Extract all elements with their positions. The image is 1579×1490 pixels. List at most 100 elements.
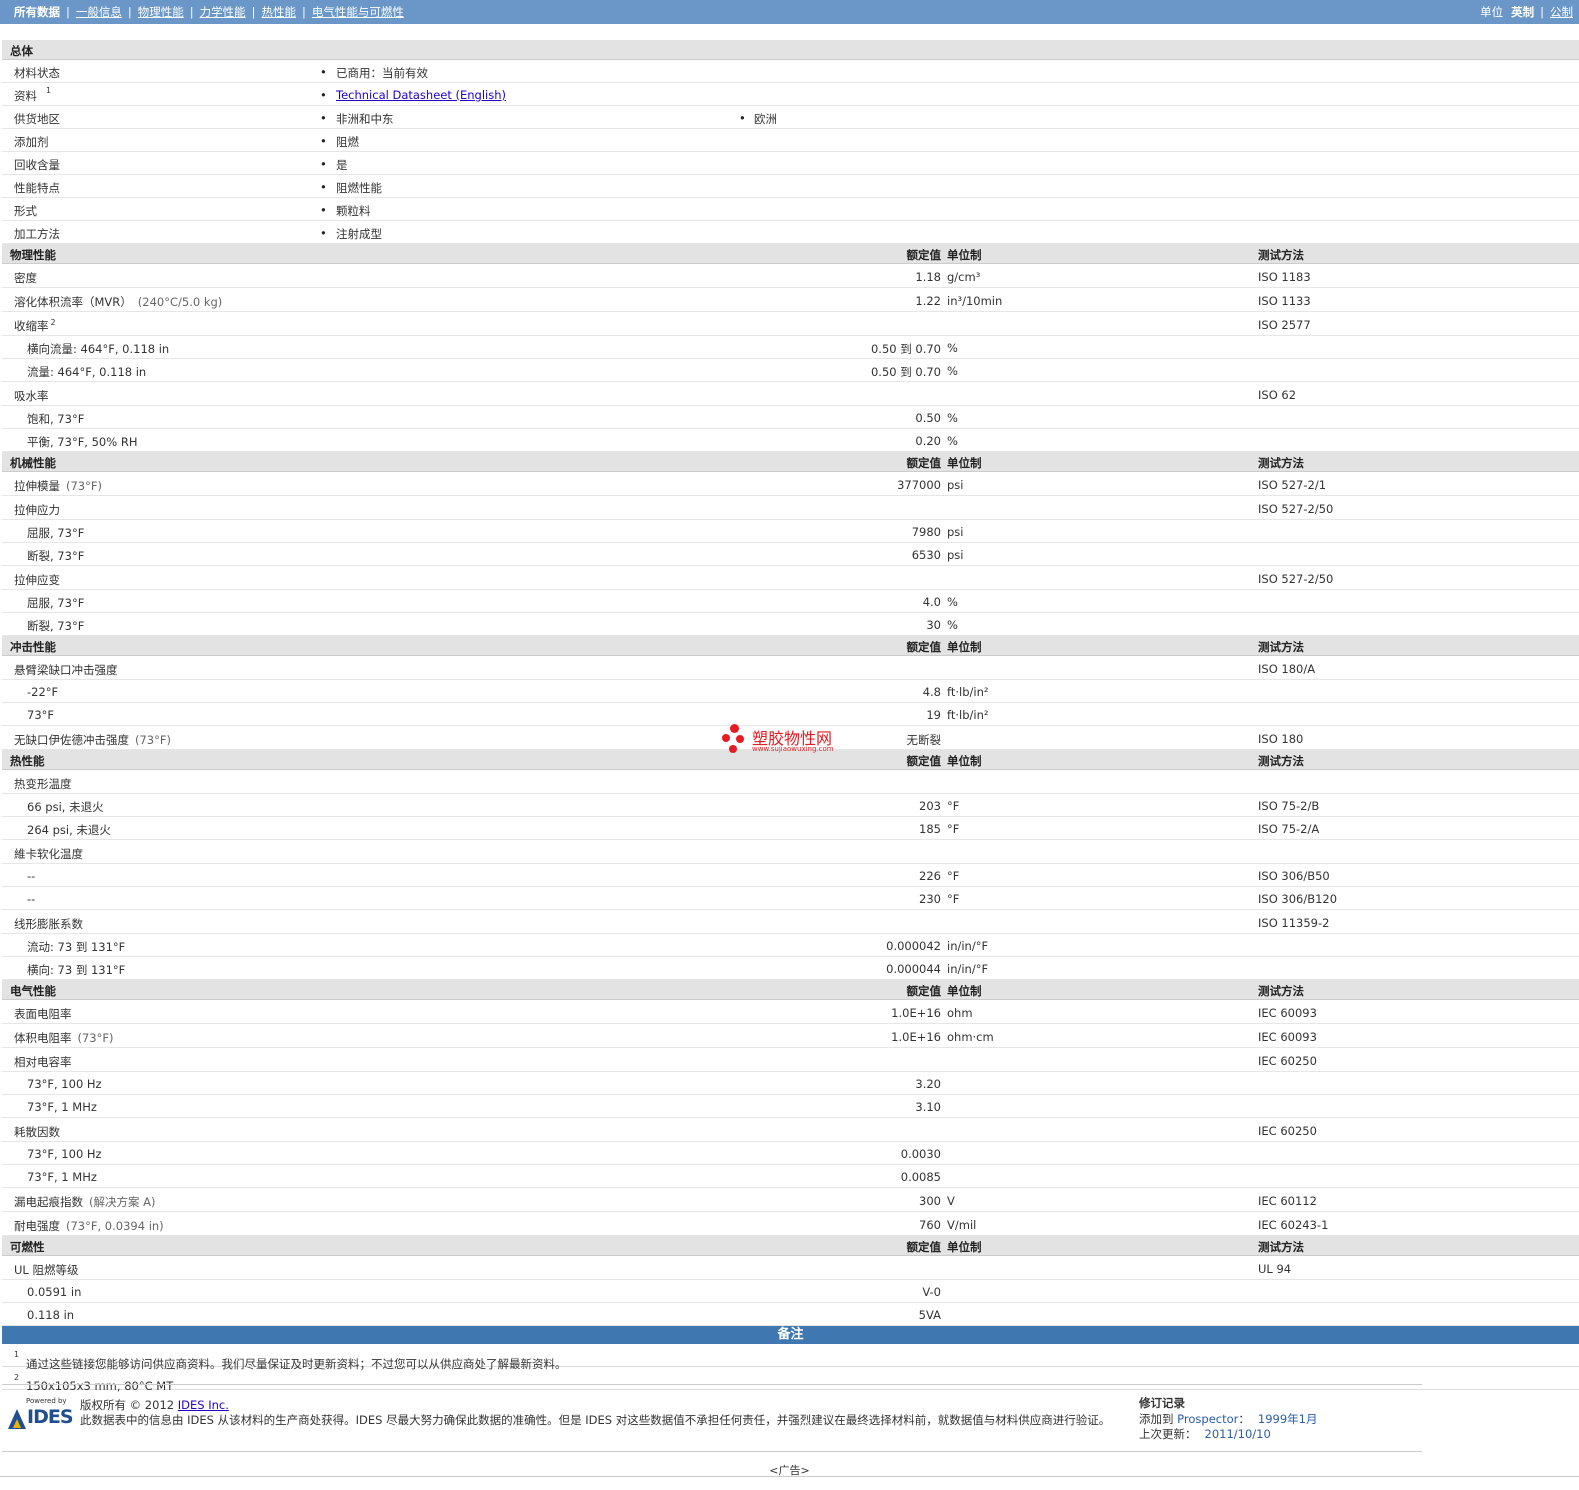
property-value: 注射成型	[336, 227, 382, 241]
property-subrow: 饱和, 73°F 0.50%	[2, 406, 1579, 429]
bullet-icon: •	[320, 180, 327, 194]
section-title: 电气性能	[10, 984, 56, 998]
property-label: 264 psi, 未退火	[27, 822, 111, 838]
nominal-value: 0.0030	[900, 1147, 941, 1161]
nav-thermal[interactable]: 热性能	[262, 5, 297, 19]
property-label-text: 拉伸模量	[14, 479, 60, 493]
property-label-text: 溶化体积流率（MVR）	[14, 295, 132, 309]
logo-wordmark: IDES	[27, 1406, 74, 1428]
nav-physical[interactable]: 物理性能	[138, 5, 184, 19]
property-subrow: 横向: 73 到 131°F 0.000044 in/in/°F	[2, 957, 1579, 980]
section-header-impact: 冲击性能 额定值 单位制 测试方法	[2, 636, 1579, 656]
property-condition: (240°C/5.0 kg)	[137, 295, 223, 309]
section-nav: 所有数据 | 一般信息 | 物理性能 | 力学性能 | 热性能 | 电气性能与可燃性	[14, 5, 404, 19]
header-unit: 单位制	[947, 248, 982, 262]
section-header-mechanical: 机械性能 额定值 单位制 测试方法	[2, 452, 1579, 472]
test-method: IEC 60250	[1258, 1124, 1317, 1138]
test-method: ISO 75-2/B	[1258, 799, 1320, 813]
revision-title: 修订记录	[1139, 1396, 1185, 1410]
unit-value: psi	[947, 525, 964, 539]
nominal-value: 0.0085	[900, 1170, 941, 1184]
unit-imperial[interactable]: 英制	[1511, 5, 1534, 19]
added-date: 1999年1月	[1257, 1412, 1318, 1426]
header-test-method: 测试方法	[1258, 640, 1304, 654]
property-label-text: 73°F	[27, 708, 54, 722]
property-label-text: 維卡软化温度	[14, 847, 83, 861]
footnote-row: 1 通过这些链接您能够访问供应商资料。我们尽量保证及时更新资料；不过您可以从供应商…	[2, 1344, 1579, 1371]
ides-logo: Powered by IDES	[8, 1397, 74, 1433]
property-subrow: 平衡, 73°F, 50% RH 0.20%	[2, 429, 1579, 452]
nominal-value: 226	[919, 869, 941, 883]
property-label: 漏电起痕指数 (解决方案 A)	[14, 1194, 156, 1210]
unit-value: %	[947, 411, 958, 425]
datasheet-link: Technical Datasheet (English)	[336, 88, 506, 102]
nav-electrical-flammability[interactable]: 电气性能与可燃性	[312, 5, 404, 19]
property-subrow: 流量: 464°F, 0.118 in 0.50 到 0.70%	[2, 359, 1579, 382]
property-label: 73°F	[27, 708, 54, 722]
test-method: IEC 60112	[1258, 1194, 1317, 1208]
logo-accent-icon	[13, 1419, 21, 1428]
footnote-ref[interactable]: 1	[46, 86, 51, 95]
property-label: 密度	[14, 270, 37, 286]
property-label: 屈服, 73°F	[27, 525, 84, 541]
property-label-text: 热变形温度	[14, 777, 72, 791]
property-row: 热变形温度	[2, 770, 1579, 794]
nominal-value: 1.22	[915, 294, 941, 308]
property-condition: (73°F)	[135, 733, 171, 747]
datasheet-table: 总体 材料状态 • 已商用：当前有效 资料 1 • Technical Datasheet (…	[2, 40, 1579, 1393]
nav-mechanical[interactable]: 力学性能	[200, 5, 246, 19]
nominal-value: 4.8	[922, 685, 941, 699]
revision-updated: 上次更新： 2011/10/10	[1139, 1426, 1271, 1442]
footer: Powered by IDES 版权所有 © 2012 IDES Inc. 此数…	[2, 1384, 1422, 1452]
property-row: 体积电阻率 (73°F) 1.0E+16 ohm·cm IEC 60093	[2, 1024, 1579, 1048]
property-label: 性能特点	[14, 181, 60, 195]
unit-metric[interactable]: 公制	[1550, 5, 1573, 19]
property-row: 漏电起痕指数 (解决方案 A) 300 V IEC 60112	[2, 1188, 1579, 1212]
added-label: 添加到	[1139, 1412, 1178, 1426]
property-label-text: -22°F	[27, 685, 59, 699]
property-condition: (73°F, 0.0394 in)	[66, 1219, 164, 1233]
property-subrow: 屈服, 73°F 4.0%	[2, 590, 1579, 613]
property-label: 体积电阻率 (73°F)	[14, 1030, 113, 1046]
test-method: ISO 180/A	[1258, 662, 1316, 676]
section-title: 总体	[10, 44, 33, 58]
property-row: UL 阻燃等级 UL 94	[2, 1256, 1579, 1280]
nominal-value: 6530	[911, 548, 941, 562]
property-label: 73°F, 100 Hz	[27, 1077, 102, 1091]
property-label: 0.118 in	[27, 1308, 74, 1322]
property-label: 吸水率	[14, 388, 49, 404]
property-label-text: 平衡, 73°F, 50% RH	[27, 435, 138, 449]
footnote-ref[interactable]: 2	[51, 318, 56, 327]
footnote: 1 通过这些链接您能够访问供应商资料。我们尽量保证及时更新资料；不过您可以从供应商…	[14, 1350, 567, 1371]
top-nav-bar: 所有数据 | 一般信息 | 物理性能 | 力学性能 | 热性能 | 电气性能与可燃性 单位 英制 | 公制	[0, 0, 1579, 24]
property-row: 表面电阻率 1.0E+16 ohm IEC 60093	[2, 1000, 1579, 1024]
nav-all-data[interactable]: 所有数据	[14, 5, 60, 19]
company-link[interactable]: IDES Inc.	[178, 1398, 229, 1412]
property-row: 吸水率 ISO 62	[2, 382, 1579, 406]
bullet-icon: •	[739, 111, 746, 125]
unit-value: %	[947, 618, 958, 632]
test-method: ISO 11359-2	[1258, 916, 1330, 930]
header-nominal: 额定值	[906, 754, 942, 768]
copyright: 版权所有 © 2012 IDES Inc.	[80, 1397, 229, 1413]
property-label: 断裂, 73°F	[27, 618, 84, 634]
property-row: 收缩率 2 ISO 2577	[2, 312, 1579, 336]
unit-value: °F	[947, 822, 960, 836]
nav-general-info[interactable]: 一般信息	[76, 5, 122, 19]
property-subrow: 0.0591 in V-0	[2, 1280, 1579, 1303]
property-subrow: 73°F, 100 Hz 3.20	[2, 1072, 1579, 1095]
property-label: -22°F	[27, 685, 58, 699]
property-label: 回收含量	[14, 158, 60, 172]
property-subrow: 66 psi, 未退火 203 °F ISO 75-2/B	[2, 794, 1579, 817]
property-label: 表面电阻率	[14, 1006, 72, 1022]
property-condition: (解决方案 A)	[89, 1195, 156, 1209]
technical-datasheet-link[interactable]: Technical Datasheet (English)	[336, 88, 506, 102]
property-label-text: 表面电阻率	[14, 1007, 72, 1021]
unit-value: in/in/°F	[947, 939, 989, 953]
property-label: 供货地区	[14, 112, 60, 126]
nominal-value: 无断裂	[906, 733, 942, 747]
property-label-text: 73°F, 100 Hz	[27, 1147, 102, 1161]
unit-value: %	[947, 364, 958, 378]
property-row: 相对电容率 IEC 60250	[2, 1048, 1579, 1072]
header-test-method: 测试方法	[1258, 984, 1304, 998]
